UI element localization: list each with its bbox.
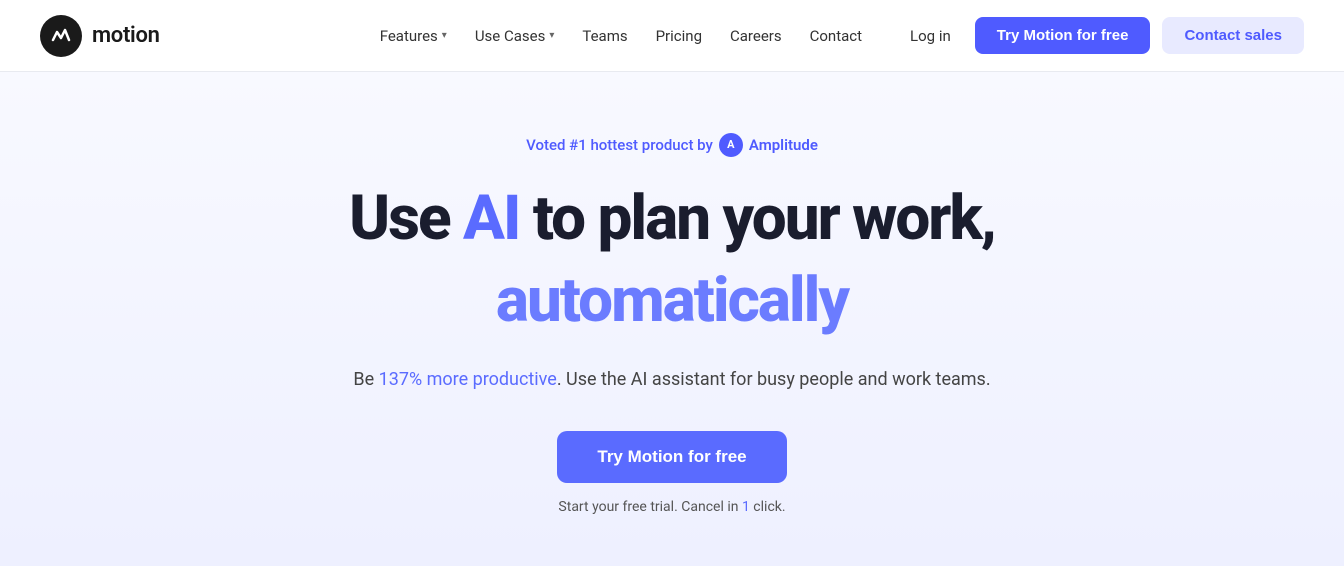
nav-links: Features ▾ Use Cases ▾ Teams Pricing Car… — [368, 19, 874, 53]
nav-use-cases[interactable]: Use Cases ▾ — [463, 19, 567, 53]
hero-section: Voted #1 hottest product by A Amplitude … — [0, 72, 1344, 566]
nav-careers[interactable]: Careers — [718, 19, 794, 53]
subtext-part1: Start your — [558, 499, 622, 515]
chevron-down-icon: ▾ — [442, 30, 447, 41]
badge-text: Voted #1 hottest product by — [526, 136, 713, 154]
logo-icon — [40, 15, 82, 57]
hero-badge: Voted #1 hottest product by A Amplitude — [526, 133, 818, 157]
click-number: 1 — [742, 499, 750, 515]
hero-title-part1: Use — [349, 182, 463, 255]
desc-part1: Be — [353, 369, 378, 390]
hero-title-part2: to plan your work, — [519, 182, 995, 255]
navbar: motion Features ▾ Use Cases ▾ Teams Pric… — [0, 0, 1344, 72]
hero-title-ai: AI — [463, 182, 519, 255]
logo-link[interactable]: motion — [40, 15, 160, 57]
logo-svg — [49, 24, 73, 48]
hero-description: Be 137% more productive. Use the AI assi… — [353, 366, 990, 395]
logo-text: motion — [92, 23, 160, 48]
login-link[interactable]: Log in — [898, 19, 963, 53]
subtext-part2: . Cancel in — [674, 499, 742, 515]
desc-part2: . Use the AI assistant for busy people a… — [557, 369, 991, 390]
hero-subtext: Start your free trial. Cancel in 1 click… — [558, 499, 785, 515]
nav-features[interactable]: Features ▾ — [368, 19, 459, 53]
nav-teams[interactable]: Teams — [570, 19, 639, 53]
contact-sales-button[interactable]: Contact sales — [1162, 17, 1304, 54]
try-free-hero-button[interactable]: Try Motion for free — [557, 431, 786, 483]
amplitude-logo-icon: A — [719, 133, 743, 157]
nav-pricing[interactable]: Pricing — [644, 19, 714, 53]
chevron-down-icon: ▾ — [549, 30, 554, 41]
hero-subtitle: automatically — [496, 265, 848, 336]
productive-highlight: 137% more productive — [379, 369, 557, 390]
hero-title: Use AI to plan your work, — [349, 185, 995, 253]
free-trial-text: free trial — [623, 499, 675, 515]
try-free-nav-button[interactable]: Try Motion for free — [975, 17, 1151, 54]
nav-contact[interactable]: Contact — [798, 19, 874, 53]
nav-actions: Log in Try Motion for free Contact sales — [898, 17, 1304, 54]
subtext-part3: click. — [750, 499, 786, 515]
amplitude-brand-name: Amplitude — [749, 136, 818, 154]
